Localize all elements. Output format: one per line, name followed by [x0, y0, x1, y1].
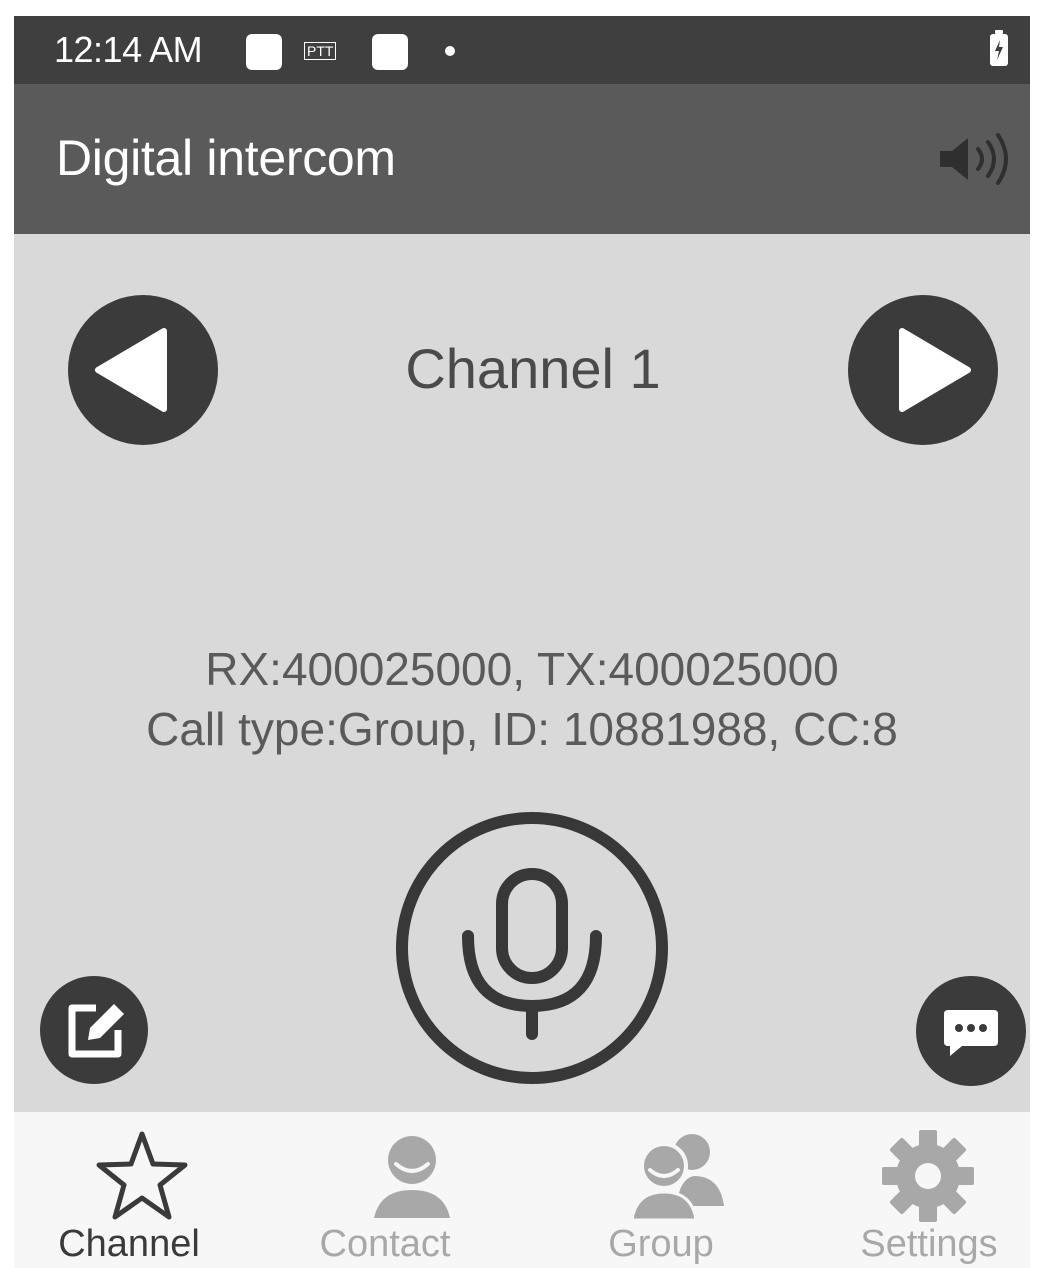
- call-type-info: Call type:Group, ID: 10881988, CC:8: [146, 703, 898, 755]
- gear-icon: [882, 1130, 974, 1222]
- tab-label: Contact: [319, 1223, 451, 1265]
- notification-icon: [246, 34, 282, 70]
- frequency-info: RX:400025000, TX:400025000: [205, 643, 839, 695]
- volume-button[interactable]: [934, 126, 1018, 192]
- volume-icon: [940, 133, 1008, 185]
- tab-label: Settings: [860, 1223, 998, 1265]
- message-icon: [944, 1010, 998, 1056]
- channel-name: Channel 1: [405, 337, 661, 400]
- tab-group[interactable]: Group: [522, 1112, 776, 1268]
- more-notifications-dot-icon: [445, 46, 455, 56]
- tab-channel[interactable]: Channel: [14, 1112, 268, 1268]
- star-icon: [96, 1131, 188, 1220]
- tab-label: Channel: [58, 1223, 200, 1265]
- message-button[interactable]: [916, 976, 1026, 1086]
- chevron-left-icon: [95, 328, 167, 412]
- ptt-indicator: PTT: [304, 42, 337, 60]
- next-channel-button[interactable]: [848, 295, 998, 445]
- microphone-icon: [462, 868, 602, 1040]
- tab-contact[interactable]: Contact: [268, 1112, 522, 1268]
- status-bar: 12:14 AM PTT: [14, 16, 1030, 84]
- battery-charging-icon: [990, 30, 1008, 66]
- tab-label: Group: [608, 1223, 714, 1265]
- app-bar: Digital intercom: [14, 84, 1030, 234]
- tab-settings[interactable]: Settings: [776, 1112, 1030, 1268]
- edit-button[interactable]: [40, 976, 148, 1084]
- status-time: 12:14 AM: [54, 29, 203, 70]
- chevron-right-icon: [899, 328, 971, 412]
- notification-icon: [372, 34, 408, 70]
- person-icon: [374, 1136, 450, 1218]
- phone-screen: 12:14 AM PTT Digital intercom Channel 1: [14, 16, 1030, 1268]
- bottom-navigation: Channel Contact Group Settings: [14, 1112, 1030, 1268]
- group-icon: [630, 1134, 724, 1222]
- edit-icon: [68, 1004, 124, 1058]
- page-title: Digital intercom: [56, 130, 396, 186]
- push-to-talk-button[interactable]: [396, 812, 668, 1084]
- previous-channel-button[interactable]: [68, 295, 218, 445]
